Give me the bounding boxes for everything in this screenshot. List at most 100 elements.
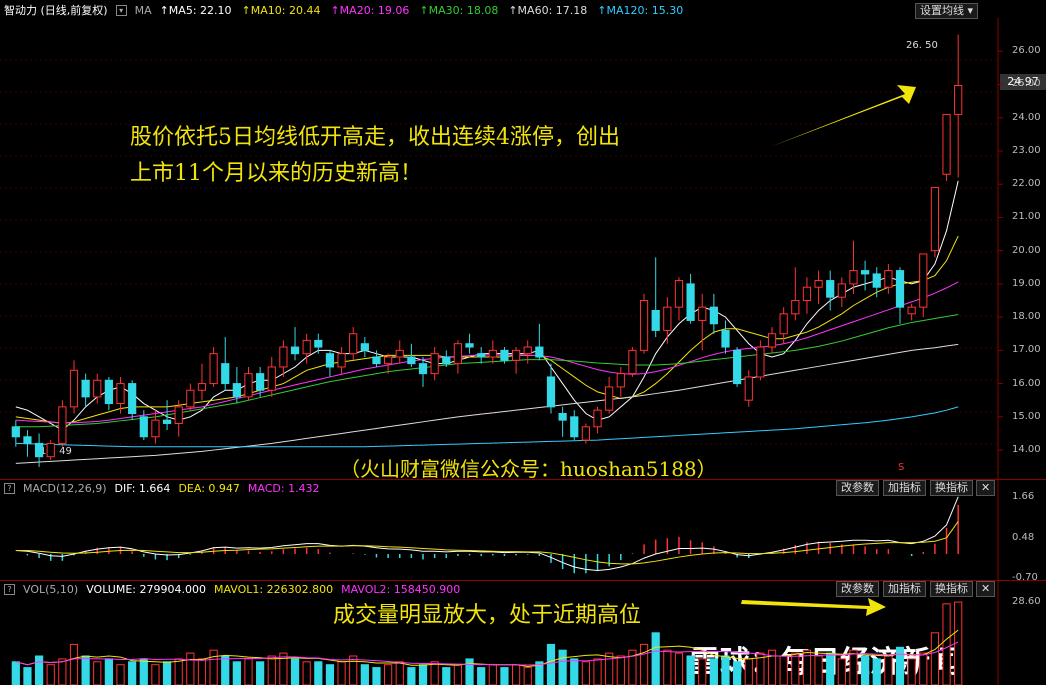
volume-bar	[570, 658, 579, 685]
volume-bar	[872, 658, 881, 685]
volume-bar	[302, 661, 311, 685]
volume-bar	[267, 655, 276, 685]
candle-body	[837, 283, 846, 298]
candle-body	[244, 373, 253, 398]
candle-body	[628, 349, 637, 375]
volume-bar	[849, 649, 858, 685]
candle-body	[733, 349, 742, 385]
volume-bar	[197, 658, 207, 685]
candle-body	[930, 187, 940, 252]
volume-bar	[721, 655, 730, 685]
volume-bar	[465, 658, 474, 685]
candle-body	[546, 376, 556, 408]
volume-bar	[674, 652, 684, 685]
candle-body	[593, 409, 602, 428]
volume-bar	[186, 652, 195, 685]
candle-body	[349, 333, 358, 355]
volume-bar	[511, 664, 521, 685]
volume-bar	[325, 664, 335, 685]
candle-body	[488, 349, 497, 358]
annotation-arrow	[770, 85, 916, 147]
candle-body	[290, 346, 300, 355]
ma-line-ma5	[15, 180, 959, 431]
candle-body	[826, 280, 835, 298]
volume-bar	[104, 658, 113, 685]
candle-body	[895, 270, 905, 308]
volume-bar	[477, 667, 486, 685]
candle-body	[721, 329, 730, 348]
candle-body	[802, 286, 812, 302]
volume-bar	[290, 658, 300, 685]
candle-body	[267, 366, 276, 391]
volume-bar	[430, 661, 439, 685]
candle-body	[302, 339, 311, 355]
candle-body	[407, 356, 416, 365]
volume-bar	[23, 667, 32, 685]
volume-bar	[581, 661, 590, 685]
volume-bar	[442, 667, 451, 685]
volume-bar	[826, 652, 835, 685]
price-tick-label: 24.00	[1012, 111, 1041, 123]
candle-body	[558, 413, 567, 421]
candle-body	[372, 356, 381, 365]
volume-bar	[151, 664, 160, 685]
candle-body	[465, 343, 474, 348]
macd-tick-label: -0.70	[1012, 572, 1038, 583]
price-tick-label: 20.00	[1012, 244, 1041, 256]
volume-bar	[861, 655, 870, 685]
candle-body	[942, 113, 951, 175]
candle-body	[384, 356, 393, 365]
volume-bar	[128, 661, 137, 685]
candle-body	[23, 436, 32, 444]
candle-body	[919, 253, 928, 308]
candle-body	[453, 343, 463, 365]
volume-bar	[895, 646, 905, 685]
volume-bar	[453, 664, 463, 685]
candle-body	[232, 383, 241, 398]
price-tick-label: 19.00	[1012, 277, 1041, 289]
volume-bar	[884, 655, 893, 685]
volume-bar	[34, 655, 44, 685]
price-tick-label: 17.00	[1012, 344, 1041, 356]
candle-body	[360, 343, 369, 351]
ma-line-ma20	[15, 281, 959, 424]
candle-body	[849, 270, 858, 285]
candle-body	[93, 379, 102, 398]
price-tick-label: 22.00	[1012, 178, 1041, 190]
volume-bar	[69, 643, 79, 685]
volume-bar	[418, 664, 428, 685]
volume-bar	[733, 661, 742, 685]
volume-bar	[558, 649, 567, 685]
candle-body	[162, 419, 172, 424]
candle-body	[639, 300, 649, 351]
candle-body	[535, 346, 544, 358]
candle-body	[34, 442, 44, 458]
candle-body	[779, 313, 788, 335]
volume-bar	[616, 655, 625, 685]
volume-bar	[791, 652, 800, 685]
volume-bar	[384, 664, 393, 685]
candle-body	[151, 419, 160, 438]
vol-tick-label: 28.60	[1012, 596, 1041, 608]
volume-bar	[372, 667, 381, 685]
candle-body	[104, 379, 113, 405]
volume-bar	[837, 658, 846, 685]
volume-bar	[337, 661, 346, 685]
volume-bar	[942, 603, 951, 685]
candle-body	[279, 346, 288, 368]
candle-body	[814, 280, 823, 288]
volume-bar	[93, 661, 102, 685]
volume-bar	[930, 632, 940, 685]
volume-bar	[349, 655, 358, 685]
candle-body	[337, 353, 346, 368]
price-tick-label: 15.00	[1012, 410, 1041, 422]
candle-body	[744, 376, 753, 401]
ma-line-ma30	[15, 313, 959, 428]
candle-body	[861, 270, 870, 275]
price-tick-label: 23.00	[1012, 144, 1041, 156]
volume-bar	[116, 664, 125, 685]
candle-body	[418, 363, 428, 375]
candle-body	[605, 386, 614, 411]
volume-bar	[546, 643, 556, 685]
volume-bar	[162, 661, 172, 685]
